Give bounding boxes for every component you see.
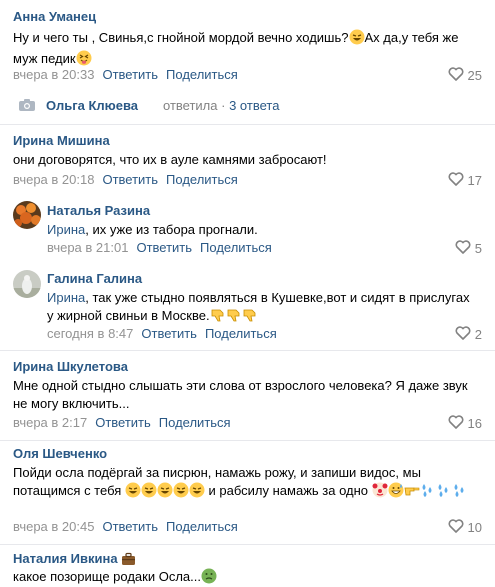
reply-button[interactable]: Ответить <box>136 240 192 255</box>
sweat-droplets-emoji-icon <box>436 482 452 503</box>
comment-text: Ирина, так уже стыдно появляться в Кушев… <box>47 289 477 328</box>
comment-author[interactable]: Анна Уманец <box>13 9 96 24</box>
like-count: 16 <box>467 416 482 431</box>
divider <box>0 440 495 441</box>
reply-to-link[interactable]: Ирина <box>47 222 85 237</box>
share-button[interactable]: Поделиться <box>205 326 277 341</box>
thread-replies-row[interactable]: Ольга Клюева ответила · 3 ответа <box>0 90 495 122</box>
reply-button[interactable]: Ответить <box>95 415 151 430</box>
thumbs-down-emoji-icon <box>242 307 258 328</box>
sweat-droplets-emoji-icon <box>452 482 468 503</box>
rofl-emoji-icon <box>125 482 141 503</box>
clown-emoji-icon <box>372 482 388 503</box>
thread-summary: ответила · 3 ответа <box>163 98 280 113</box>
rofl-emoji-icon <box>189 482 205 503</box>
like-count: 25 <box>467 68 482 83</box>
reply-to-link[interactable]: Ирина <box>47 290 85 305</box>
comment-time[interactable]: вчера в 20:45 <box>13 519 94 534</box>
heart-icon <box>448 67 464 84</box>
divider <box>0 350 495 351</box>
heart-icon <box>455 240 471 257</box>
like-button[interactable]: 10 <box>448 519 482 536</box>
share-button[interactable]: Поделиться <box>166 172 238 187</box>
pointing-hand-emoji-icon <box>404 482 420 503</box>
comment-author[interactable]: Наталия Ивкина <box>13 551 136 569</box>
comment-author[interactable]: Ирина Мишина <box>13 133 110 148</box>
comment-text: они договорятся, что их в ауле камнями з… <box>13 152 327 167</box>
reply-button[interactable]: Ответить <box>102 67 158 82</box>
reply-button[interactable]: Ответить <box>141 326 197 341</box>
comment-text: какое позорище родаки Осла... <box>13 568 473 587</box>
like-button[interactable]: 5 <box>455 240 482 257</box>
comment-meta: вчера в 20:18 Ответить Поделиться <box>13 172 238 187</box>
comment-time[interactable]: вчера в 21:01 <box>47 240 128 255</box>
share-button[interactable]: Поделиться <box>159 415 231 430</box>
comment-meta: сегодня в 8:47 Ответить Поделиться <box>47 326 277 341</box>
like-button[interactable]: 17 <box>448 172 482 189</box>
comment-meta: вчера в 2:17 Ответить Поделиться <box>13 415 231 430</box>
briefcase-emoji-icon <box>121 552 136 569</box>
comment-time[interactable]: вчера в 20:33 <box>13 67 94 82</box>
nauseated-face-emoji-icon <box>201 568 217 587</box>
camera-icon <box>18 98 36 112</box>
reply-button[interactable]: Ответить <box>102 519 158 534</box>
reply-button[interactable]: Ответить <box>102 172 158 187</box>
like-button[interactable]: 2 <box>455 326 482 343</box>
rofl-emoji-icon <box>173 482 189 503</box>
comment-time[interactable]: сегодня в 8:47 <box>47 326 133 341</box>
comment-time[interactable]: вчера в 2:17 <box>13 415 87 430</box>
heart-icon <box>448 172 464 189</box>
rofl-emoji-icon <box>157 482 173 503</box>
like-count: 5 <box>474 241 482 256</box>
share-button[interactable]: Поделиться <box>200 240 272 255</box>
comment-author[interactable]: Оля Шевченко <box>13 446 107 461</box>
comment-author[interactable]: Ирина Шкулетова <box>13 359 128 374</box>
grin-sweat-emoji-icon <box>388 482 404 503</box>
comment-meta: вчера в 20:33 Ответить Поделиться <box>13 67 238 82</box>
thread-author[interactable]: Ольга Клюева <box>46 98 138 113</box>
share-button[interactable]: Поделиться <box>166 519 238 534</box>
heart-icon <box>448 415 464 432</box>
like-count: 2 <box>474 327 482 342</box>
comment-meta: вчера в 20:45 Ответить Поделиться <box>13 519 238 534</box>
avatar[interactable] <box>13 270 41 298</box>
like-button[interactable]: 16 <box>448 415 482 432</box>
avatar[interactable] <box>13 201 41 229</box>
comment-time[interactable]: вчера в 20:18 <box>13 172 94 187</box>
divider <box>0 544 495 545</box>
thread-count[interactable]: 3 ответа <box>229 98 279 113</box>
thumbs-down-emoji-icon <box>210 307 226 328</box>
comment-author[interactable]: Наталья Разина <box>47 203 150 218</box>
comment-text: Ирина, их уже из табора прогнали. <box>47 222 258 237</box>
heart-icon <box>455 326 471 343</box>
comment-meta: вчера в 21:01 Ответить Поделиться <box>47 240 272 255</box>
share-button[interactable]: Поделиться <box>166 67 238 82</box>
divider <box>0 124 495 125</box>
thumbs-down-emoji-icon <box>226 307 242 328</box>
heart-icon <box>448 519 464 536</box>
comment-text: Ну и чего ты , Свинья,с гнойной мордой в… <box>13 29 473 71</box>
rofl-emoji-icon <box>141 482 157 503</box>
sweat-droplets-emoji-icon <box>420 482 436 503</box>
comment-text: Пойди осла подёргай за писрюн, намажь ро… <box>13 464 483 503</box>
rofl-emoji-icon <box>349 29 365 50</box>
like-count: 17 <box>467 173 482 188</box>
like-button[interactable]: 25 <box>448 67 482 84</box>
comment-author[interactable]: Галина Галина <box>47 271 142 286</box>
like-count: 10 <box>467 520 482 535</box>
comment-text: Мне одной стыдно слышать эти слова от вз… <box>13 378 468 411</box>
